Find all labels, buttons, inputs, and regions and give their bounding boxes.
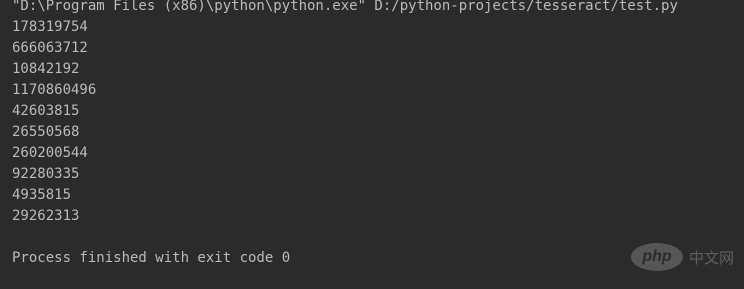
output-line: 666063712 bbox=[12, 40, 88, 56]
output-line: 29262313 bbox=[12, 208, 80, 224]
php-logo-icon: php bbox=[630, 243, 683, 271]
output-line: 42603815 bbox=[12, 103, 80, 119]
output-line: 92280335 bbox=[12, 166, 80, 182]
watermark-text: 中文网 bbox=[688, 248, 734, 267]
output-line: 1170860496 bbox=[12, 82, 97, 98]
command-line: "D:\Program Files (x86)\python\python.ex… bbox=[12, 0, 678, 14]
output-line: 260200544 bbox=[12, 145, 88, 161]
output-line: 178319754 bbox=[12, 19, 88, 35]
output-line: 26550568 bbox=[12, 124, 80, 140]
watermark: php 中文网 bbox=[630, 243, 734, 271]
output-line: 10842192 bbox=[12, 61, 80, 77]
output-line: 4935815 bbox=[12, 187, 72, 203]
